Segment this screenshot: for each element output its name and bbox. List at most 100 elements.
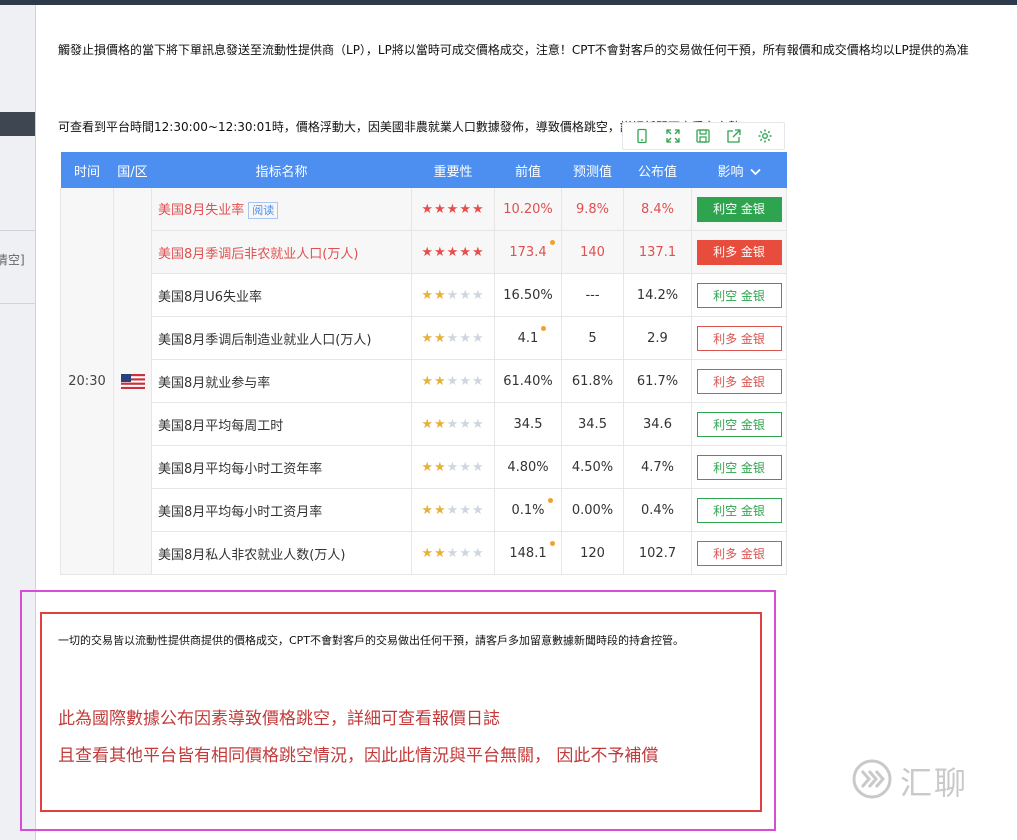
- gear-icon[interactable]: [757, 128, 773, 144]
- indicator-name[interactable]: 美国8月季调后非农就业人口(万人): [151, 230, 412, 274]
- share-icon[interactable]: [726, 128, 742, 144]
- star-icon: ★: [434, 416, 447, 432]
- star-icon: ★: [434, 330, 447, 346]
- star-icon: ★: [421, 201, 435, 217]
- watermark: 汇聊: [850, 758, 968, 804]
- previous-value: 4.80%: [507, 459, 549, 475]
- previous-cell: 4.80%: [494, 445, 562, 489]
- importance-cell: ★★★★★: [411, 273, 495, 317]
- table-row[interactable]: 美国8月平均每周工时 ★★★★★ 34.5 34.5 34.6 利空 金银: [61, 402, 787, 446]
- table-row[interactable]: 美国8月U6失业率 ★★★★★ 16.50% --- 14.2% 利空 金银: [61, 273, 787, 317]
- star-icon: ★: [434, 287, 447, 303]
- actual-value: 2.9: [647, 330, 668, 346]
- star-icon: ★: [459, 545, 472, 561]
- impact-badge[interactable]: 利多 金银: [696, 239, 782, 265]
- chevron-down-icon[interactable]: [749, 165, 761, 180]
- red-note-line-1: 此為國際數據公布因素導致價格跳空，詳細可查看報價日誌: [58, 709, 500, 729]
- indicator-name[interactable]: 美国8月U6失业率: [151, 273, 412, 317]
- mobile-icon[interactable]: [634, 128, 650, 144]
- star-icon: ★: [471, 244, 485, 260]
- indicator-label: 美国8月私人非农就业人数(万人): [158, 547, 346, 563]
- indicator-name[interactable]: 美国8月失业率 阅读: [151, 188, 412, 231]
- star-icon: ★: [421, 330, 435, 346]
- header-importance: 重要性: [411, 152, 495, 188]
- importance-stars: ★★★★★: [421, 503, 484, 518]
- indicator-name[interactable]: 美国8月平均每小时工资年率: [151, 445, 412, 489]
- forecast-value: ---: [585, 287, 600, 303]
- actual-cell: 0.4%: [623, 488, 692, 532]
- impact-cell: 利空 金银: [691, 188, 787, 231]
- table-row[interactable]: 美国8月平均每小时工资月率 ★★★★★ 0.1% 0.00% 0.4% 利空 金银: [61, 488, 787, 532]
- actual-cell: 2.9: [623, 316, 692, 360]
- economic-calendar-table: 时间 国/区 指标名称 重要性 前值 预测值 公布值 影响 20:30 美国8月失…: [60, 152, 787, 575]
- star-icon: ★: [421, 459, 435, 475]
- forecast-cell: 4.50%: [561, 445, 624, 489]
- star-icon: ★: [471, 330, 485, 346]
- read-badge[interactable]: 阅读: [248, 202, 279, 219]
- expand-icon[interactable]: [665, 128, 681, 144]
- table-row[interactable]: 美国8月就业参与率 ★★★★★ 61.40% 61.8% 61.7% 利多 金银: [61, 359, 787, 403]
- header-impact[interactable]: 影响: [691, 152, 787, 188]
- indicator-name[interactable]: 美国8月季调后制造业就业人口(万人): [151, 316, 412, 360]
- table-row[interactable]: 20:30 美国8月失业率 阅读 ★★★★★ 10.20% 9.8% 8.4% 利空 金银: [60, 188, 787, 575]
- indicator-label: 美国8月平均每小时工资年率: [158, 461, 323, 477]
- impact-cell: 利空 金银: [691, 445, 787, 489]
- star-icon: ★: [471, 545, 485, 561]
- star-icon: ★: [459, 330, 472, 346]
- forecast-value: 4.50%: [571, 459, 614, 475]
- star-icon: ★: [446, 201, 460, 217]
- impact-badge[interactable]: 利空 金银: [696, 454, 782, 480]
- chevron-logo-icon: [850, 759, 894, 803]
- star-icon: ★: [434, 545, 447, 561]
- star-icon: ★: [459, 201, 472, 217]
- clear-link[interactable]: 清空]: [0, 251, 25, 268]
- red-note-line-2: 且查看其他平台皆有相同價格跳空情況，因此此情況與平台無關， 因此不予補償: [58, 746, 659, 766]
- impact-badge[interactable]: 利空 金银: [696, 196, 782, 222]
- forecast-value: 140: [580, 244, 605, 260]
- indicator-name[interactable]: 美国8月平均每周工时: [151, 402, 412, 446]
- actual-value: 137.1: [638, 244, 677, 260]
- indicator-name[interactable]: 美国8月平均每小时工资月率: [151, 488, 412, 532]
- save-icon[interactable]: [695, 128, 711, 144]
- impact-badge[interactable]: 利空 金银: [696, 411, 782, 437]
- star-icon: ★: [459, 287, 472, 303]
- table-row[interactable]: 美国8月季调后制造业就业人口(万人) ★★★★★ 4.1 5 2.9 利多 金银: [61, 316, 787, 360]
- impact-badge[interactable]: 利空 金银: [696, 282, 782, 308]
- indicator-name[interactable]: 美国8月就业参与率: [151, 359, 412, 403]
- star-icon: ★: [421, 287, 435, 303]
- previous-cell: 173.4: [494, 230, 562, 274]
- previous-cell: 0.1%: [494, 488, 562, 532]
- impact-cell: 利空 金银: [691, 402, 787, 446]
- importance-stars: ★★★★★: [421, 546, 484, 561]
- impact-badge[interactable]: 利多 金银: [696, 325, 782, 351]
- forecast-cell: 0.00%: [561, 488, 624, 532]
- importance-cell: ★★★★★: [411, 531, 495, 575]
- impact-badge[interactable]: 利多 金银: [696, 540, 782, 566]
- star-icon: ★: [421, 502, 435, 518]
- actual-cell: 137.1: [623, 230, 692, 274]
- star-icon: ★: [446, 545, 460, 561]
- previous-value: 4.1: [517, 330, 539, 346]
- importance-stars: ★★★★★: [421, 202, 484, 217]
- revised-dot-icon: [549, 540, 555, 546]
- left-panel-divider: [0, 230, 35, 231]
- country-cell: [113, 188, 152, 575]
- indicator-name[interactable]: 美国8月私人非农就业人数(万人): [151, 531, 412, 575]
- header-actual: 公布值: [623, 152, 692, 188]
- table-row[interactable]: 美国8月平均每小时工资年率 ★★★★★ 4.80% 4.50% 4.7% 利空 金银: [61, 445, 787, 489]
- left-panel-divider: [0, 303, 35, 304]
- importance-stars: ★★★★★: [421, 245, 484, 260]
- previous-cell: 10.20%: [494, 188, 562, 231]
- table-row[interactable]: 美国8月私人非农就业人数(万人) ★★★★★ 148.1 120 102.7 利多 金银: [61, 531, 787, 575]
- impact-badge[interactable]: 利空 金银: [696, 497, 782, 523]
- star-icon: ★: [446, 502, 460, 518]
- indicator-label: 美国8月U6失业率: [158, 289, 263, 305]
- star-icon: ★: [421, 545, 435, 561]
- actual-value: 102.7: [638, 545, 677, 561]
- left-panel-selected-bar[interactable]: [0, 112, 35, 136]
- header-time: 时间: [60, 152, 114, 188]
- impact-badge[interactable]: 利多 金银: [696, 368, 782, 394]
- table-row[interactable]: 美国8月季调后非农就业人口(万人) ★★★★★ 173.4 140 137.1 利多 金银: [61, 230, 787, 274]
- time-cell: 20:30: [60, 188, 114, 575]
- forecast-value: 34.5: [578, 416, 607, 432]
